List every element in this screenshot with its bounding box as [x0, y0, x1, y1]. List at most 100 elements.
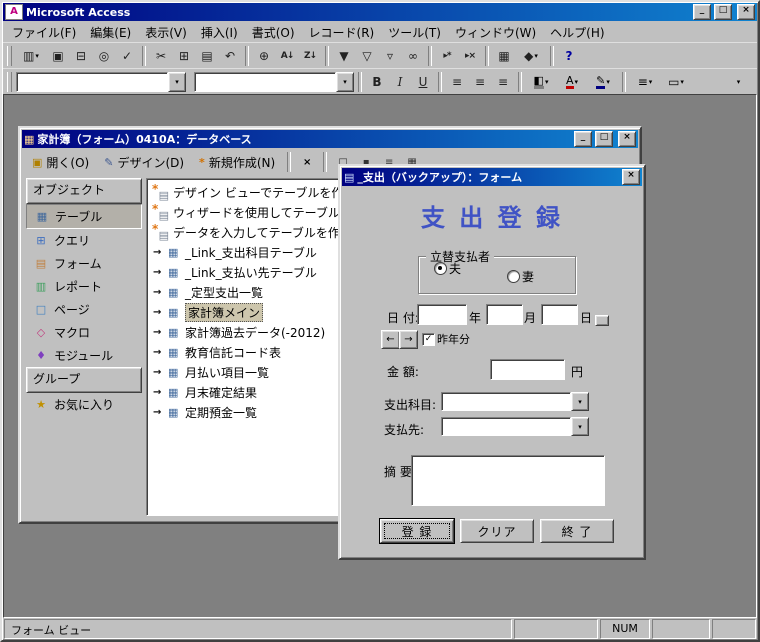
menu-help[interactable]: ヘルプ(H)	[543, 21, 611, 44]
database-window-button[interactable]: ▦	[493, 45, 515, 67]
menu-insert[interactable]: 挿入(I)	[194, 21, 245, 44]
payer-wife-radio[interactable]	[507, 270, 520, 283]
print-preview-button[interactable]: ◎	[93, 45, 115, 67]
exit-button[interactable]: 終 了	[540, 519, 614, 543]
sort-descending-button[interactable]: Z↓	[299, 45, 321, 67]
minimize-button[interactable]: _	[693, 4, 711, 20]
next-day-button[interactable]: →	[399, 330, 418, 349]
sort-ascending-button[interactable]: A↓	[276, 45, 298, 67]
new-record-button[interactable]: ▸*	[436, 45, 458, 67]
menubar: ファイル(F) 編集(E) 表示(V) 挿入(I) 書式(O) レコード(R) …	[3, 22, 757, 42]
payer-husband-radio[interactable]	[434, 262, 447, 275]
toolbar-grip[interactable]	[7, 46, 12, 66]
payer-husband-label[interactable]: 夫	[449, 260, 461, 277]
delete-button[interactable]: ×	[297, 152, 317, 172]
spelling-button[interactable]: ✓	[116, 45, 138, 67]
line-color-button[interactable]: ✎ ▾	[588, 71, 618, 93]
toolbar-grip[interactable]	[7, 72, 12, 92]
font-combo[interactable]: ▾	[194, 72, 354, 92]
underline-button[interactable]: U	[412, 71, 434, 93]
combo-arrow-icon[interactable]: ▾	[168, 72, 186, 92]
clear-button[interactable]: クリア	[460, 519, 534, 543]
sidebar-item-reports[interactable]: ▥ レポート	[26, 275, 142, 298]
object-select-combo[interactable]: ▾	[16, 72, 186, 92]
copy-button[interactable]: ⊞	[173, 45, 195, 67]
cut-button[interactable]: ✂	[150, 45, 172, 67]
year-input[interactable]	[417, 304, 467, 325]
maximize-button[interactable]: □	[714, 4, 732, 20]
form-close-button[interactable]: ×	[622, 169, 640, 185]
special-effect-button[interactable]: ▭ ▾	[661, 71, 691, 93]
amount-input[interactable]	[490, 359, 565, 380]
db-maximize-button[interactable]: □	[595, 131, 613, 147]
memo-textarea[interactable]	[411, 455, 605, 506]
delete-record-button[interactable]: ▸×	[459, 45, 481, 67]
filter-by-selection-button[interactable]: ▼	[333, 45, 355, 67]
last-year-checkbox[interactable]: ✓	[422, 333, 435, 346]
filter-by-form-icon: ▽	[362, 49, 372, 63]
combo-arrow-icon[interactable]: ▾	[571, 417, 589, 436]
menu-records[interactable]: レコード(R)	[302, 21, 382, 44]
db-minimize-button[interactable]: _	[574, 131, 592, 147]
menu-edit[interactable]: 編集(E)	[83, 21, 138, 44]
apply-filter-button[interactable]: ▿	[379, 45, 401, 67]
toolbar-separator	[287, 152, 292, 172]
combo-arrow-icon[interactable]: ▾	[336, 72, 354, 92]
menu-window[interactable]: ウィンドウ(W)	[448, 21, 543, 44]
month-input[interactable]	[486, 304, 523, 325]
database-window-icon: ▦	[24, 132, 35, 146]
access-app-icon[interactable]: A	[5, 4, 23, 20]
print-button[interactable]: ⊟	[70, 45, 92, 67]
menu-file[interactable]: ファイル(F)	[5, 21, 83, 44]
date-mini-button[interactable]	[595, 315, 609, 326]
font-color-button[interactable]: A ▾	[557, 71, 587, 93]
combo-arrow-icon[interactable]: ▾	[571, 392, 589, 411]
paste-button[interactable]: ▤	[196, 45, 218, 67]
close-button[interactable]: ×	[737, 4, 755, 20]
align-center-button[interactable]: ≡	[469, 71, 491, 93]
sidebar-item-tables[interactable]: ▦ テーブル	[26, 204, 142, 229]
filter-by-form-button[interactable]: ▽	[356, 45, 378, 67]
category-combobox[interactable]: ▾	[441, 392, 589, 411]
border-width-button[interactable]: ≡ ▾	[630, 71, 660, 93]
align-right-icon: ≡	[497, 75, 509, 89]
sidebar-item-modules[interactable]: ♦ モジュール	[26, 344, 142, 367]
print-preview-icon: ◎	[98, 49, 110, 63]
payer-wife-label[interactable]: 妻	[522, 268, 534, 285]
day-input[interactable]	[541, 304, 578, 325]
bold-button[interactable]: B	[366, 71, 388, 93]
save-button[interactable]: ▣	[47, 45, 69, 67]
db-close-button[interactable]: ×	[618, 131, 636, 147]
sidebar-item-favorites[interactable]: ★ お気に入り	[26, 393, 142, 416]
view-button[interactable]: ▥ ▾	[16, 45, 46, 67]
fill-color-button[interactable]: ◧ ▾	[526, 71, 556, 93]
sidebar-item-macros[interactable]: ◇ マクロ	[26, 321, 142, 344]
align-left-button[interactable]: ≡	[446, 71, 468, 93]
groups-header-button[interactable]: グループ	[26, 367, 142, 393]
menu-format[interactable]: 書式(O)	[245, 21, 302, 44]
sidebar-item-forms[interactable]: ▤ フォーム	[26, 252, 142, 275]
prev-day-button[interactable]: ←	[381, 330, 400, 349]
find-button[interactable]: ∞	[402, 45, 424, 67]
design-button[interactable]: ✎ デザイン(D)	[98, 151, 190, 174]
new-object-button[interactable]: ◆ ▾	[516, 45, 546, 67]
status-panel	[652, 619, 710, 639]
undo-button[interactable]: ↶	[219, 45, 241, 67]
special-effect-icon: ▭	[668, 75, 680, 89]
payee-combobox[interactable]: ▾	[441, 417, 589, 436]
register-button[interactable]: 登 録	[379, 518, 455, 544]
italic-button[interactable]: I	[389, 71, 411, 93]
open-button[interactable]: ▣ 開く(O)	[26, 151, 95, 174]
align-right-button[interactable]: ≡	[492, 71, 514, 93]
new-button[interactable]: * 新規作成(N)	[193, 151, 281, 174]
toolbar-options-button[interactable]: ▾	[727, 71, 749, 93]
list-item-label: デザイン ビューでテーブルを作	[173, 185, 344, 200]
objects-header-button[interactable]: オブジェクト	[26, 178, 142, 204]
help-button[interactable]: ?	[558, 45, 580, 67]
menu-view[interactable]: 表示(V)	[138, 21, 194, 44]
last-year-label[interactable]: 昨年分	[437, 331, 470, 347]
menu-tools[interactable]: ツール(T)	[381, 21, 448, 44]
sidebar-item-queries[interactable]: ⊞ クエリ	[26, 229, 142, 252]
insert-hyperlink-button[interactable]: ⊕	[253, 45, 275, 67]
sidebar-item-pages[interactable]: □ ページ	[26, 298, 142, 321]
